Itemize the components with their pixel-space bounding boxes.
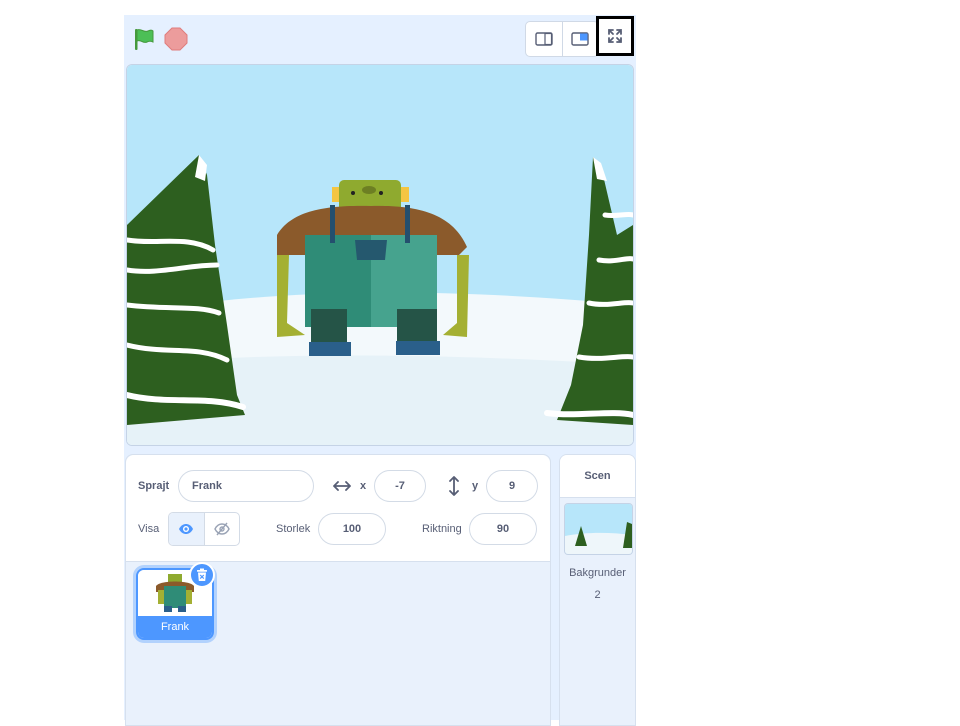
flag-icon[interactable] [132, 27, 156, 51]
x-label: x [360, 480, 367, 492]
x-input[interactable]: -7 [374, 470, 426, 502]
fullscreen-button[interactable] [596, 16, 634, 56]
backdrop-thumbnail[interactable] [564, 503, 633, 555]
y-arrow-icon [449, 476, 459, 496]
visibility-toggle [168, 512, 240, 546]
eye-icon [179, 524, 194, 534]
hide-button[interactable] [203, 513, 240, 545]
stage-canvas[interactable] [126, 64, 634, 446]
stage-scene [127, 65, 633, 445]
y-label: y [472, 480, 479, 492]
scratch-editor: Sprajt Frank x -7 y 9 Visa Storlek 100 R… [124, 15, 636, 726]
small-stage-icon [535, 32, 553, 46]
stop-icon[interactable] [164, 27, 188, 51]
sprite-tile-name: Frank [138, 616, 212, 638]
sprite-info: Sprajt Frank x -7 y 9 Visa Storlek 100 R… [126, 455, 550, 562]
direction-label: Riktning [422, 523, 462, 535]
small-stage-button[interactable] [526, 22, 562, 56]
sprite-label: Sprajt [138, 480, 170, 492]
backdrops-label: Bakgrunder [569, 567, 626, 579]
stage-selector: Scen Bakgrunder 2 [559, 454, 636, 726]
large-stage-button[interactable] [561, 22, 599, 56]
backdrops-count: 2 [594, 589, 601, 601]
sprite-name-input[interactable]: Frank [178, 470, 314, 502]
fullscreen-icon [608, 29, 622, 43]
show-label: Visa [138, 523, 160, 535]
y-input[interactable]: 9 [486, 470, 538, 502]
size-label: Storlek [276, 523, 311, 535]
stage-header [124, 15, 636, 63]
size-input[interactable]: 100 [318, 513, 386, 545]
x-arrow-icon [333, 481, 351, 491]
direction-input[interactable]: 90 [469, 513, 537, 545]
eye-slash-icon [213, 522, 230, 536]
backdrop-thumbnail-image [565, 504, 632, 554]
show-button[interactable] [169, 513, 204, 545]
stage-selector-header: Scen [560, 455, 635, 498]
stage-size-toggle [525, 21, 599, 57]
trash-icon [197, 568, 207, 581]
large-stage-icon [571, 32, 589, 46]
delete-sprite-button[interactable] [189, 562, 215, 588]
sprite-pane: Sprajt Frank x -7 y 9 Visa Storlek 100 R… [125, 454, 551, 726]
